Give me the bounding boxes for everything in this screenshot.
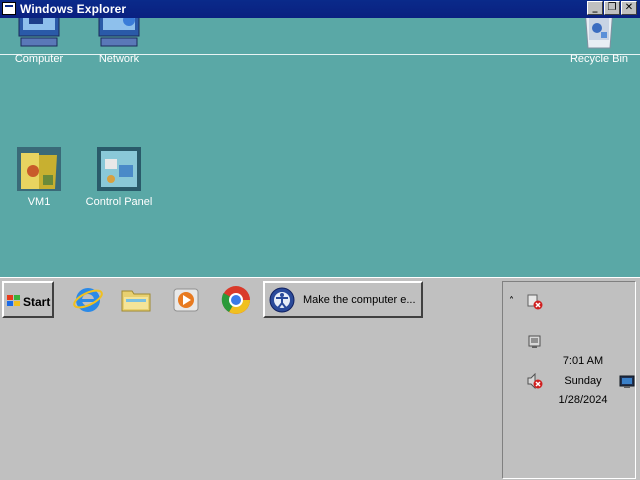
clock-time[interactable]: 7:01 AM xyxy=(543,355,623,367)
desktop-icon-label: Control Panel xyxy=(85,196,153,208)
ease-of-access-icon xyxy=(269,287,295,313)
desktop-icon-label: Network xyxy=(98,53,140,65)
chrome-icon[interactable] xyxy=(220,283,252,315)
desktop-icon-label: Computer xyxy=(14,53,64,65)
windows-logo-icon xyxy=(7,295,20,306)
computer-icon xyxy=(15,18,63,50)
minimize-button[interactable]: _ xyxy=(587,1,603,15)
desktop-icon-vm1[interactable]: VM1 xyxy=(0,145,84,208)
file-explorer-icon[interactable] xyxy=(120,283,152,315)
notification-area: ˄ 7:01 AM Sunday 1/28/2024 xyxy=(502,281,636,479)
taskbar-button-ease-of-access[interactable]: Make the computer e... xyxy=(263,281,423,318)
network-error-icon[interactable] xyxy=(527,294,543,310)
desktop-icon-recycle-bin[interactable]: Recycle Bin xyxy=(554,18,640,65)
window-app-icon[interactable] xyxy=(2,2,16,15)
desktop-icon-computer[interactable]: Computer xyxy=(0,18,84,65)
title-bar[interactable]: Windows Explorer _ ❐ ✕ xyxy=(0,0,640,18)
show-hidden-icons-chevron[interactable]: ˄ xyxy=(509,296,514,307)
close-button[interactable]: ✕ xyxy=(621,1,637,15)
desktop-icon-label: Recycle Bin xyxy=(569,53,629,65)
control-panel-icon xyxy=(95,145,143,193)
internet-explorer-icon[interactable] xyxy=(72,283,104,315)
desktop-icon-control-panel[interactable]: Control Panel xyxy=(74,145,164,208)
desktop-icon-label: VM1 xyxy=(27,196,51,208)
network-icon xyxy=(95,18,143,50)
volume-muted-icon[interactable] xyxy=(527,373,543,389)
folder-icon xyxy=(15,145,63,193)
taskbar: Start Make the computer e... ˄ 7:01 AM S… xyxy=(0,277,640,480)
start-button[interactable]: Start xyxy=(2,281,54,318)
display-icon[interactable] xyxy=(619,374,635,390)
recycle-bin-icon xyxy=(575,18,623,50)
start-label: Start xyxy=(23,295,51,309)
restore-button[interactable]: ❐ xyxy=(604,1,620,15)
action-center-icon[interactable] xyxy=(527,334,543,350)
desktop[interactable]: Computer Network Recycle Bin VM1 Control… xyxy=(0,18,640,277)
clock-date[interactable]: 1/28/2024 xyxy=(543,394,623,406)
media-player-icon[interactable] xyxy=(170,283,202,315)
taskbar-button-label: Make the computer e... xyxy=(303,294,416,306)
window-title: Windows Explorer xyxy=(20,2,127,16)
clock-day[interactable]: Sunday xyxy=(543,375,623,387)
desktop-icon-network[interactable]: Network xyxy=(74,18,164,65)
